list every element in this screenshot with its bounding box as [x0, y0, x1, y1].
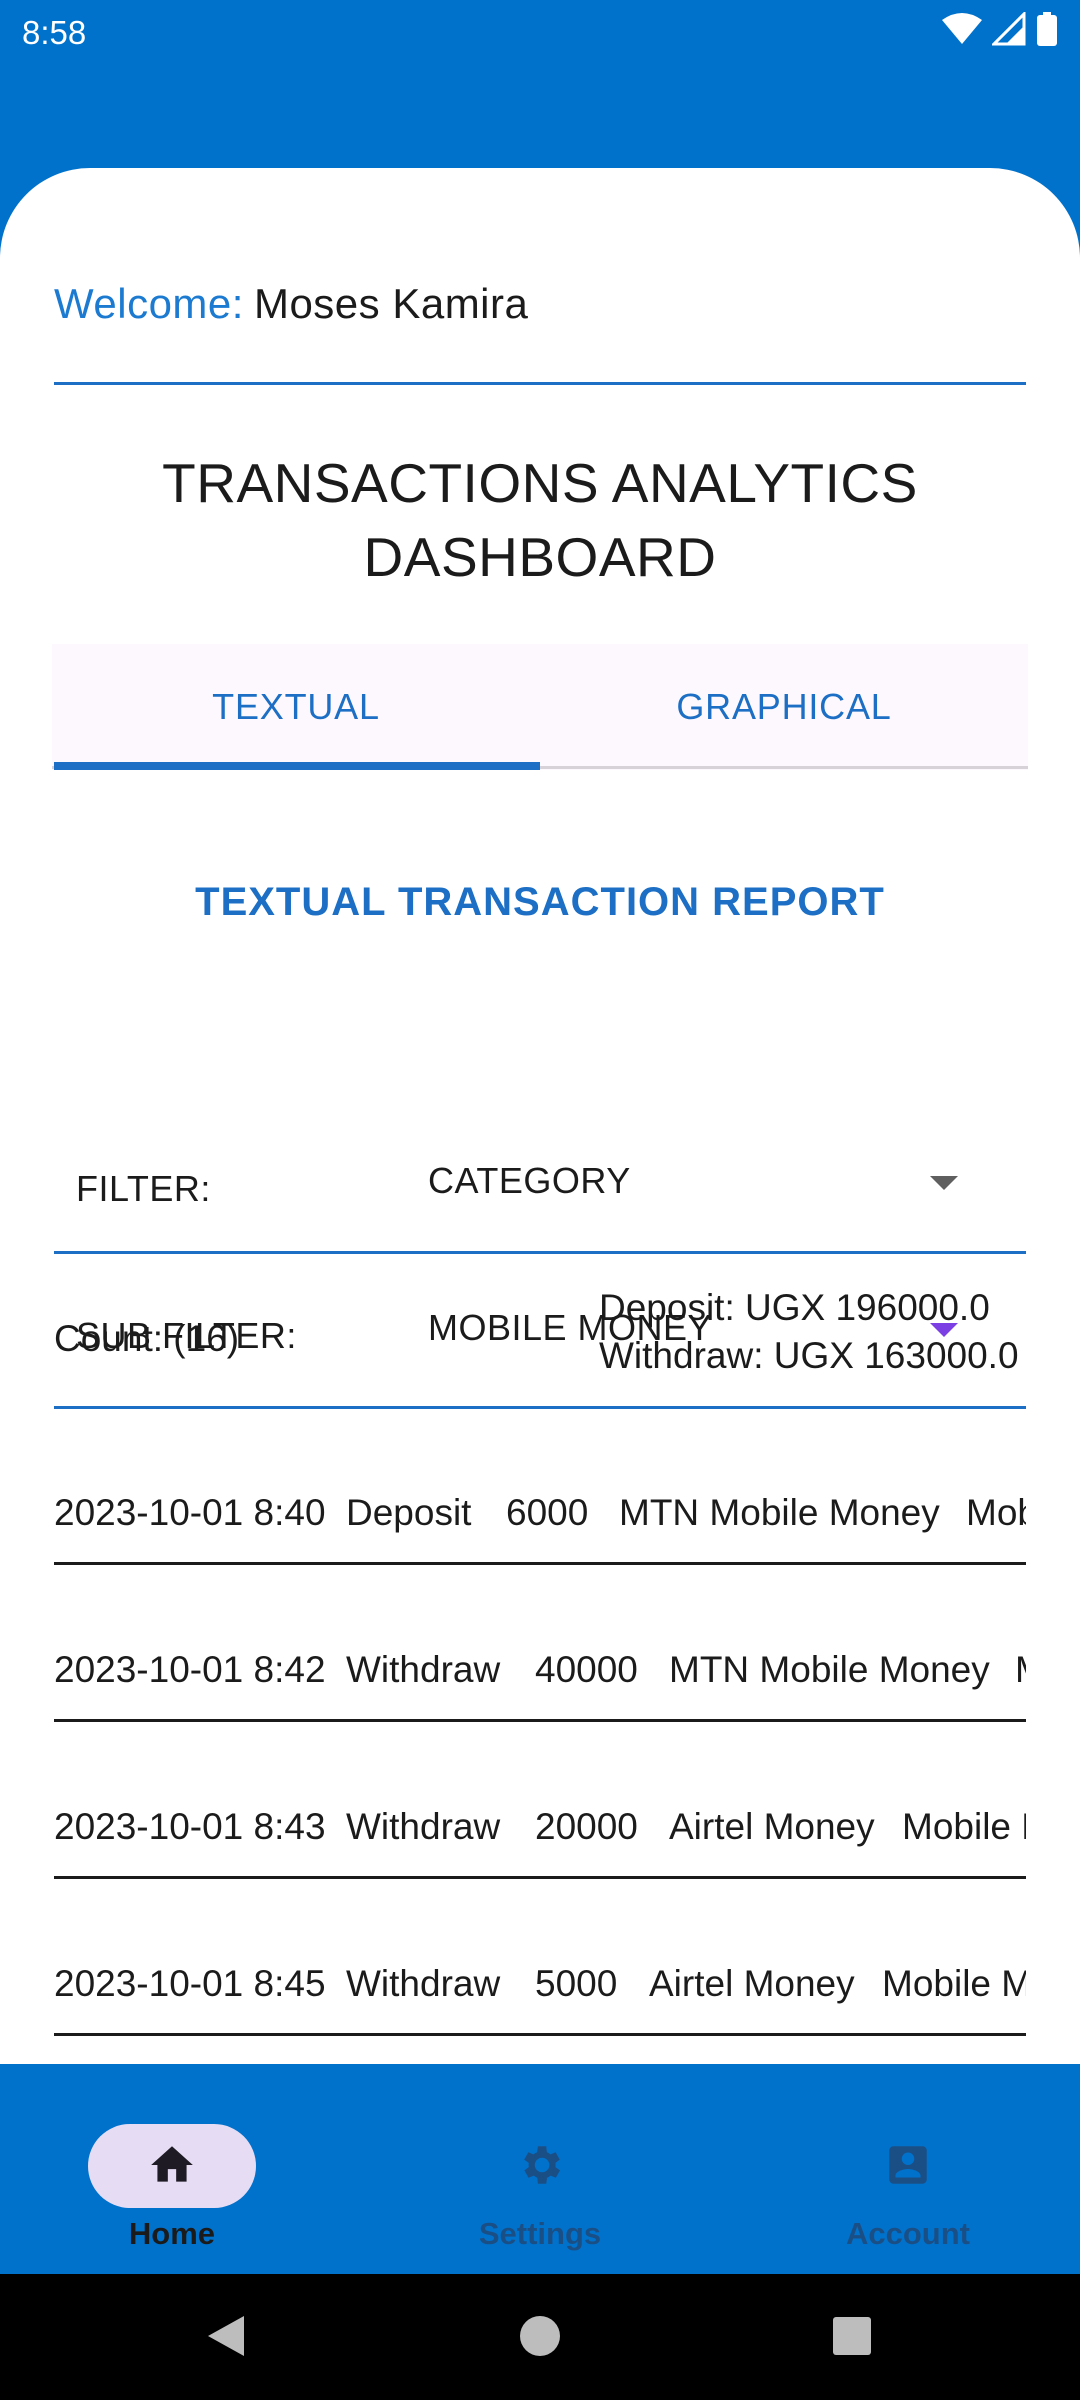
- nav-account[interactable]: Account: [808, 2094, 1008, 2254]
- wifi-icon: [942, 13, 982, 44]
- filter-divider: [54, 1251, 1026, 1254]
- tab-textual[interactable]: TEXTUAL: [52, 644, 540, 770]
- page-title-line1: TRANSACTIONS ANALYTICS: [162, 452, 918, 514]
- txn-category: Mobile Money: [1015, 1649, 1026, 1691]
- tab-indicator: [54, 762, 540, 770]
- home-icon: [151, 2146, 193, 2182]
- home-circle-icon[interactable]: [518, 2312, 562, 2360]
- filter-dropdown[interactable]: CATEGORY: [428, 1160, 631, 1202]
- nav-settings[interactable]: Settings: [440, 2094, 640, 2254]
- welcome-divider: [54, 382, 1026, 385]
- main-card: Welcome: Moses Kamira TRANSACTIONS ANALYT…: [0, 168, 1080, 2068]
- txn-category: Mobile Money: [882, 1963, 1026, 2004]
- gear-icon: [524, 2146, 560, 2184]
- chevron-down-icon[interactable]: [930, 1176, 958, 1190]
- system-nav-bar: [0, 2274, 1080, 2400]
- status-bar: 8:58: [0, 0, 1080, 64]
- txn-provider: MTN Mobile Money: [669, 1649, 990, 1690]
- txn-category: Mobile Money: [902, 1806, 1026, 1847]
- summary-divider: [54, 1406, 1026, 1409]
- deposit-total: Deposit: UGX 196000.0: [599, 1287, 990, 1328]
- welcome-label: Welcome:: [54, 280, 244, 327]
- nav-home[interactable]: Home: [72, 2094, 272, 2254]
- nav-home-label: Home: [128, 2216, 216, 2251]
- page-title-line2: DASHBOARD: [363, 526, 717, 588]
- txn-type: Withdraw: [346, 1649, 501, 1690]
- filter-label: FILTER:: [76, 1168, 211, 1209]
- nav-account-label: Account: [846, 2216, 970, 2251]
- recents-icon[interactable]: [830, 2312, 874, 2360]
- status-time: 8:58: [22, 14, 87, 51]
- filter-row: FILTER: CATEGORY: [54, 1146, 1026, 1236]
- txn-category: Mobile Money: [966, 1492, 1026, 1533]
- txn-amount: 40000: [535, 1649, 638, 1690]
- txn-amount: 5000: [535, 1963, 618, 2004]
- txn-datetime: 2023-10-01 8:42: [54, 1649, 326, 1690]
- transaction-count: Count: (16): [54, 1318, 240, 1359]
- txn-type: Withdraw: [346, 1963, 501, 2004]
- txn-provider: MTN Mobile Money: [619, 1492, 940, 1533]
- table-row[interactable]: 2023-10-01 8:42 Withdraw 40000 MTN Mobil…: [54, 1649, 1026, 1749]
- bottom-nav: Home Settings Account: [0, 2064, 1080, 2274]
- account-icon: [889, 2146, 927, 2184]
- view-tabs: TEXTUAL GRAPHICAL: [52, 644, 1028, 770]
- row-divider: [54, 1719, 1026, 1722]
- table-row[interactable]: 2023-10-01 8:45 Withdraw 5000 Airtel Mon…: [54, 1963, 1026, 2063]
- txn-type: Deposit: [346, 1492, 472, 1533]
- welcome-line: Welcome: Moses Kamira: [54, 280, 528, 328]
- nav-settings-label: Settings: [478, 2216, 602, 2251]
- table-row[interactable]: 2023-10-01 8:40 Deposit 6000 MTN Mobile …: [54, 1492, 1026, 1592]
- txn-amount: 20000: [535, 1806, 638, 1847]
- battery-icon: [1037, 12, 1057, 46]
- page-title: TRANSACTIONS ANALYTICS DASHBOARD: [54, 446, 1026, 594]
- withdraw-total: Withdraw: UGX 163000.0: [599, 1335, 1019, 1376]
- status-icons: [942, 12, 1058, 46]
- txn-datetime: 2023-10-01 8:43: [54, 1806, 326, 1847]
- txn-amount: 6000: [506, 1492, 589, 1533]
- summary: Count: (16) Deposit: UGX 196000.0 Withdr…: [54, 1287, 1026, 1378]
- row-divider: [54, 1562, 1026, 1565]
- report-title: TEXTUAL TRANSACTION REPORT: [195, 880, 885, 924]
- user-name: Moses Kamira: [253, 280, 529, 327]
- table-row[interactable]: 2023-10-01 8:43 Withdraw 20000 Airtel Mo…: [54, 1806, 1026, 1906]
- txn-datetime: 2023-10-01 8:45: [54, 1963, 326, 2004]
- txn-datetime: 2023-10-01 8:40: [54, 1492, 326, 1533]
- row-divider: [54, 1876, 1026, 1879]
- txn-provider: Airtel Money: [649, 1963, 855, 2004]
- tab-graphical[interactable]: GRAPHICAL: [540, 644, 1028, 770]
- signal-icon: [992, 12, 1026, 46]
- totals: Deposit: UGX 196000.0 Withdraw: UGX 1630…: [599, 1284, 1026, 1380]
- back-icon[interactable]: [204, 2312, 248, 2360]
- row-divider: [54, 2033, 1026, 2036]
- txn-provider: Airtel Money: [669, 1806, 875, 1847]
- txn-type: Withdraw: [346, 1806, 501, 1847]
